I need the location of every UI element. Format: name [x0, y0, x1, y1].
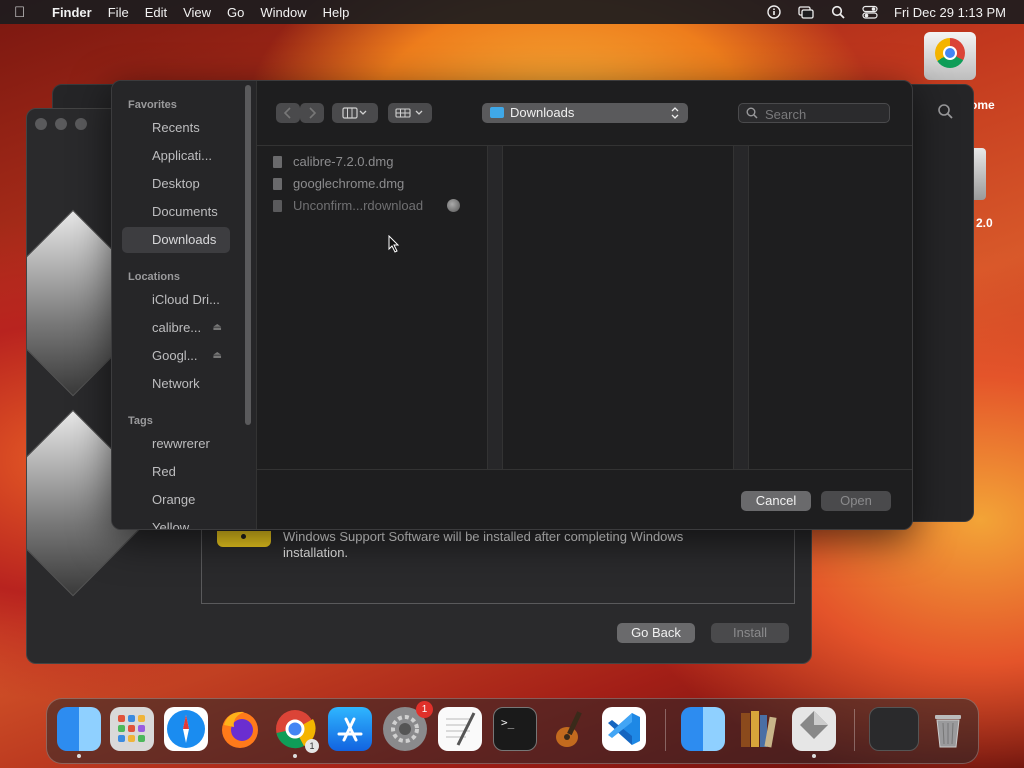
sidebar-item-desktop[interactable]: Desktop	[122, 171, 230, 197]
dock-bootcamp-icon[interactable]	[792, 707, 836, 758]
dock-window-preview-icon[interactable]	[869, 707, 919, 751]
file-name: Unconfirm...rdownload	[293, 198, 424, 213]
zoom-window-button[interactable]	[75, 118, 87, 130]
menu-help[interactable]: Help	[323, 5, 350, 20]
desktop-chrome-drive[interactable]: ome	[924, 32, 995, 112]
location-label: Downloads	[510, 105, 575, 120]
location-popup[interactable]: Downloads	[482, 103, 688, 123]
sidebar-tag-red[interactable]: Red	[122, 459, 230, 485]
notification-badge: 1	[416, 701, 433, 718]
menu-window[interactable]: Window	[260, 5, 306, 20]
sidebar-tag-rewwrerer[interactable]: rewwrerer	[122, 431, 230, 457]
search-field[interactable]	[738, 103, 890, 123]
menu-clock[interactable]: Fri Dec 29 1:13 PM	[894, 5, 1006, 20]
chrome-drive-icon	[924, 32, 976, 80]
icon-grid-icon	[395, 108, 423, 118]
menu-go[interactable]: Go	[227, 5, 244, 20]
file-icon	[273, 156, 282, 168]
sidebar-scrollbar[interactable]	[245, 85, 251, 425]
dock-vscode-icon[interactable]	[602, 707, 646, 751]
dock-appstore-icon[interactable]	[328, 707, 372, 751]
sidebar-item-label: calibre...	[152, 320, 202, 335]
chevron-left-icon	[283, 107, 291, 119]
tags-header: Tags	[128, 415, 153, 427]
group-by-button[interactable]	[388, 103, 432, 123]
file-icon	[273, 178, 282, 190]
search-icon[interactable]	[937, 103, 953, 124]
column-divider[interactable]	[733, 146, 749, 470]
menu-bar:  Finder File Edit View Go Window Help F…	[0, 0, 1024, 24]
cancel-button[interactable]: Cancel	[741, 491, 811, 511]
search-icon[interactable]	[830, 5, 846, 19]
dock-finder-window-icon[interactable]	[681, 707, 725, 751]
updown-chevron-icon	[671, 107, 679, 119]
sidebar-item-documents[interactable]: Documents	[122, 199, 230, 225]
column-divider[interactable]	[487, 146, 503, 470]
sidebar-item-calibre[interactable]: calibre... ⏏	[122, 315, 230, 341]
open-button[interactable]: Open	[821, 491, 891, 511]
dialog-footer: Cancel Open	[257, 469, 912, 529]
desktop-calibre-label: 2.0	[976, 216, 993, 230]
installer-message: Windows Support Software will be install…	[283, 529, 684, 560]
file-browser: calibre-7.2.0.dmg googlechrome.dmg Uncon…	[257, 145, 912, 470]
sidebar-item-network[interactable]: Network	[122, 371, 230, 397]
dock-terminal-icon[interactable]: >_	[493, 707, 537, 751]
warning-icon	[217, 531, 271, 547]
dock-separator	[854, 709, 855, 751]
file-name: googlechrome.dmg	[293, 176, 405, 191]
dock: 1 1 >_	[46, 698, 979, 764]
dock-calibre-icon[interactable]	[736, 707, 780, 751]
apple-menu-icon[interactable]: 	[14, 4, 40, 21]
control-center-icon[interactable]	[862, 5, 878, 19]
go-back-button[interactable]: Go Back	[617, 623, 695, 643]
dock-textedit-icon[interactable]	[438, 707, 482, 751]
sidebar-item-applications[interactable]: Applicati...	[122, 143, 230, 169]
eject-icon[interactable]: ⏏	[213, 343, 222, 369]
dock-system-settings-icon[interactable]: 1	[383, 701, 433, 751]
dock-separator	[665, 709, 666, 751]
folder-icon	[490, 107, 504, 118]
dock-garageband-icon[interactable]	[548, 707, 592, 751]
back-button[interactable]	[276, 103, 300, 123]
screen-mirror-icon[interactable]	[798, 5, 814, 19]
sidebar-item-google[interactable]: Googl... ⏏	[122, 343, 230, 369]
dock-launchpad-icon[interactable]	[110, 707, 154, 751]
eject-icon[interactable]: ⏏	[213, 315, 222, 341]
columns-view-icon	[342, 107, 367, 119]
sidebar-item-recents[interactable]: Recents	[122, 115, 230, 141]
view-mode-button[interactable]	[332, 103, 378, 123]
dock-firefox-icon[interactable]	[218, 707, 262, 751]
download-progress-icon	[447, 199, 460, 212]
sidebar-tag-yellow[interactable]: Yellow	[122, 515, 230, 529]
forward-button[interactable]	[300, 103, 324, 123]
sidebar-tag-orange[interactable]: Orange	[122, 487, 230, 513]
menu-edit[interactable]: Edit	[145, 5, 167, 20]
dock-chrome-icon[interactable]: 1	[273, 707, 319, 758]
minimize-window-button[interactable]	[55, 118, 67, 130]
sidebar-item-downloads[interactable]: Downloads	[122, 227, 230, 253]
search-icon	[746, 107, 758, 119]
search-input[interactable]	[763, 105, 887, 123]
file-icon	[273, 200, 282, 212]
menu-file[interactable]: File	[108, 5, 129, 20]
dock-trash-icon[interactable]	[926, 707, 970, 751]
sidebar-item-icloud[interactable]: iCloud Dri...	[122, 287, 230, 313]
close-window-button[interactable]	[35, 118, 47, 130]
file-name: calibre-7.2.0.dmg	[293, 154, 394, 169]
favorites-header: Favorites	[128, 99, 177, 111]
dialog-sidebar: Favorites Recents Applicati... Desktop D…	[112, 81, 257, 529]
menu-app-name[interactable]: Finder	[52, 5, 92, 20]
chrome-update-badge: 1	[305, 739, 319, 753]
chevron-right-icon	[309, 107, 317, 119]
install-button[interactable]: Install	[711, 623, 789, 643]
menu-view[interactable]: View	[183, 5, 211, 20]
open-file-dialog: Favorites Recents Applicati... Desktop D…	[111, 80, 913, 530]
info-circle-icon[interactable]	[766, 5, 782, 19]
dock-safari-icon[interactable]	[164, 707, 208, 751]
locations-header: Locations	[128, 271, 180, 283]
sidebar-item-label: Googl...	[152, 348, 198, 363]
dock-finder-icon[interactable]	[57, 707, 101, 758]
mouse-cursor-icon	[388, 235, 400, 253]
